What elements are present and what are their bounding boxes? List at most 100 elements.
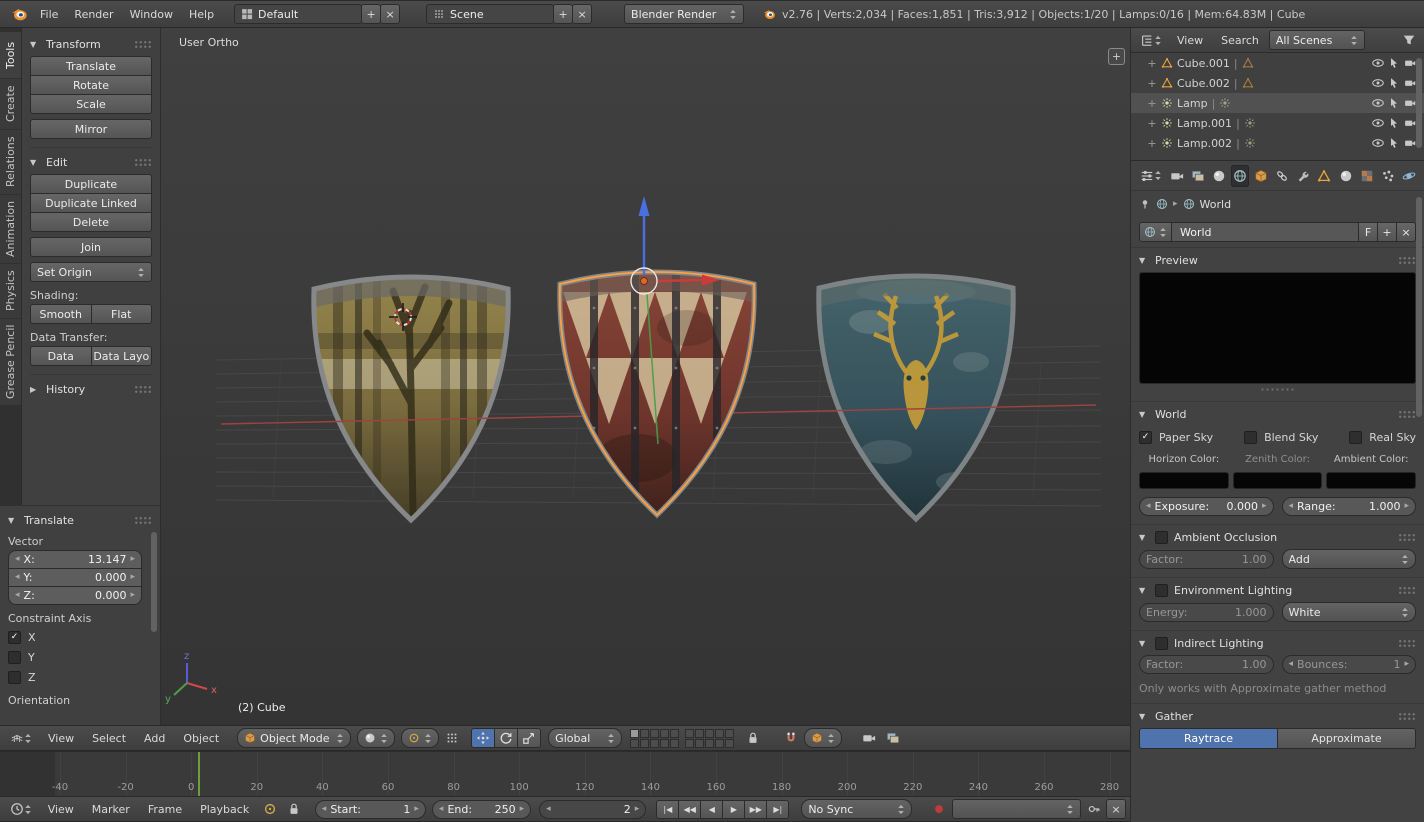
layer-cell[interactable] <box>715 738 725 748</box>
tab-constraints[interactable] <box>1273 165 1291 187</box>
constraint-x-checkbox[interactable]: ✓ <box>8 630 21 644</box>
increment-icon[interactable]: ▸ <box>520 804 525 814</box>
lock-time-toggle[interactable] <box>283 799 305 819</box>
environment-lighting-header[interactable]: ▼ Environment Lighting <box>1139 578 1416 602</box>
panel-grip-icon[interactable] <box>1398 532 1416 542</box>
env-color-dropdown[interactable]: White <box>1281 602 1416 622</box>
horizon-color-swatch[interactable] <box>1139 472 1229 489</box>
translate-operator-header[interactable]: ▼ Translate <box>8 508 152 532</box>
indirect-lighting-checkbox[interactable] <box>1155 636 1168 650</box>
unlink-world-button[interactable]: × <box>1396 222 1416 242</box>
paper-sky-checkbox[interactable]: ✓ <box>1139 430 1152 444</box>
tab-object-data[interactable] <box>1315 165 1333 187</box>
expand-icon[interactable]: + <box>1147 117 1157 130</box>
viewport-canvas[interactable]: z x y <box>161 28 1130 725</box>
data-transfer-button[interactable]: Data <box>30 346 92 366</box>
tab-modifiers[interactable] <box>1294 165 1312 187</box>
translate-manipulator-toggle[interactable] <box>471 728 496 748</box>
tab-animation[interactable]: Animation <box>0 195 21 263</box>
file-menu[interactable]: File <box>32 1 66 27</box>
render-engine-dropdown[interactable]: Blender Render <box>624 4 745 24</box>
tab-texture[interactable] <box>1358 165 1376 187</box>
tab-object[interactable] <box>1252 165 1270 187</box>
ambient-occlusion-header[interactable]: ▼ Ambient Occlusion <box>1139 525 1416 549</box>
layers-group-1[interactable] <box>630 728 680 748</box>
selectability-icon[interactable] <box>1388 57 1400 69</box>
mode-dropdown[interactable]: Object Mode <box>237 728 352 748</box>
pivot-point-dropdown[interactable] <box>401 728 440 748</box>
viewport-3d[interactable]: z x y User Ortho (2) Cube + <box>160 28 1130 725</box>
environment-lighting-checkbox[interactable] <box>1155 583 1168 597</box>
timeline-ruler[interactable]: -40 -20 0 20 40 60 80 100 120 140 160 180 200 220 240 2… <box>0 751 1130 796</box>
tab-material[interactable] <box>1336 165 1354 187</box>
panel-grip-icon[interactable] <box>1398 255 1416 265</box>
increment-icon[interactable]: ▸ <box>130 555 135 564</box>
add-layout-button[interactable]: + <box>361 4 382 24</box>
item-name[interactable]: Cube.001 <box>1177 57 1230 70</box>
outliner-item-lamp-001[interactable]: + Lamp.001 | <box>1131 113 1424 133</box>
opengl-render-anim-button[interactable] <box>882 728 904 748</box>
world-name-field[interactable]: World <box>1171 222 1359 242</box>
render-visibility-icon[interactable] <box>1404 77 1416 89</box>
filter-icon[interactable] <box>1398 30 1420 50</box>
render-visibility-icon[interactable] <box>1404 117 1416 129</box>
layer-cell[interactable] <box>685 738 695 748</box>
history-panel-header[interactable]: ▶ History <box>30 377 152 401</box>
browse-world-dropdown[interactable] <box>1139 222 1172 242</box>
increment-icon[interactable]: ▸ <box>635 804 640 814</box>
raytrace-button[interactable]: Raytrace <box>1139 728 1278 749</box>
tab-create[interactable]: Create <box>0 79 21 129</box>
edit-panel-header[interactable]: ▼ Edit <box>30 150 152 174</box>
tab-physics[interactable]: Physics <box>0 264 21 318</box>
selectability-icon[interactable] <box>1388 117 1400 129</box>
scale-button[interactable]: Scale <box>30 94 152 114</box>
gather-panel-header[interactable]: ▼ Gather <box>1139 704 1416 728</box>
layers-group-2[interactable] <box>685 728 735 748</box>
visibility-eye-icon[interactable] <box>1372 97 1384 109</box>
snap-magnet-toggle[interactable] <box>780 728 802 748</box>
visibility-eye-icon[interactable] <box>1372 57 1384 69</box>
render-visibility-icon[interactable] <box>1404 137 1416 149</box>
rotate-button[interactable]: Rotate <box>30 75 152 95</box>
editor-type-button[interactable] <box>4 799 38 819</box>
outliner-item-lamp-002[interactable]: + Lamp.002 | <box>1131 133 1424 153</box>
layer-cell[interactable] <box>715 728 725 738</box>
new-world-button[interactable]: + <box>1377 222 1397 242</box>
layer-cell[interactable] <box>640 738 650 748</box>
layer-cell[interactable] <box>650 728 660 738</box>
fake-user-button[interactable]: F <box>1358 222 1378 242</box>
panel-grip-icon[interactable] <box>134 384 152 394</box>
sync-dropdown[interactable]: No Sync <box>801 799 913 819</box>
join-button[interactable]: Join <box>30 237 152 257</box>
layer-cell[interactable] <box>685 728 695 738</box>
layer-cell[interactable] <box>670 728 680 738</box>
play-reverse-button[interactable]: ◀ <box>700 799 724 819</box>
mirror-button[interactable]: Mirror <box>30 119 152 139</box>
item-name[interactable]: Lamp <box>1177 97 1208 110</box>
decrement-icon[interactable]: ◂ <box>322 804 327 814</box>
visibility-eye-icon[interactable] <box>1372 117 1384 129</box>
layer-cell[interactable] <box>660 728 670 738</box>
selectability-icon[interactable] <box>1388 137 1400 149</box>
add-menu[interactable]: Add <box>136 726 173 750</box>
select-menu[interactable]: Select <box>84 726 134 750</box>
playback-menu[interactable]: Playback <box>192 797 257 821</box>
editor-type-button[interactable] <box>4 728 38 748</box>
tab-relations[interactable]: Relations <box>0 130 21 194</box>
set-origin-dropdown[interactable]: Set Origin <box>30 262 152 282</box>
marker-menu[interactable]: Marker <box>84 797 138 821</box>
outliner-item-cube-001[interactable]: + Cube.001 | <box>1131 53 1424 73</box>
panel-grip-icon[interactable] <box>1398 409 1416 419</box>
manipulate-centers-toggle[interactable] <box>441 728 463 748</box>
vector-y-field[interactable]: ◂ Y: 0.000 ▸ <box>8 568 142 587</box>
screen-layout-selector[interactable]: Default <box>234 4 363 24</box>
layer-cell[interactable] <box>630 738 640 748</box>
expand-icon[interactable]: + <box>1147 97 1157 110</box>
vector-z-field[interactable]: ◂ Z: 0.000 ▸ <box>8 586 142 605</box>
layer-cell[interactable] <box>725 738 735 748</box>
panel-grip-icon[interactable] <box>1398 711 1416 721</box>
current-frame-marker[interactable] <box>198 752 200 796</box>
insert-keyframe-button[interactable] <box>1083 799 1105 819</box>
increment-icon[interactable]: ▸ <box>130 573 135 582</box>
current-frame-field[interactable]: ◂ 2 ▸ <box>539 799 647 819</box>
